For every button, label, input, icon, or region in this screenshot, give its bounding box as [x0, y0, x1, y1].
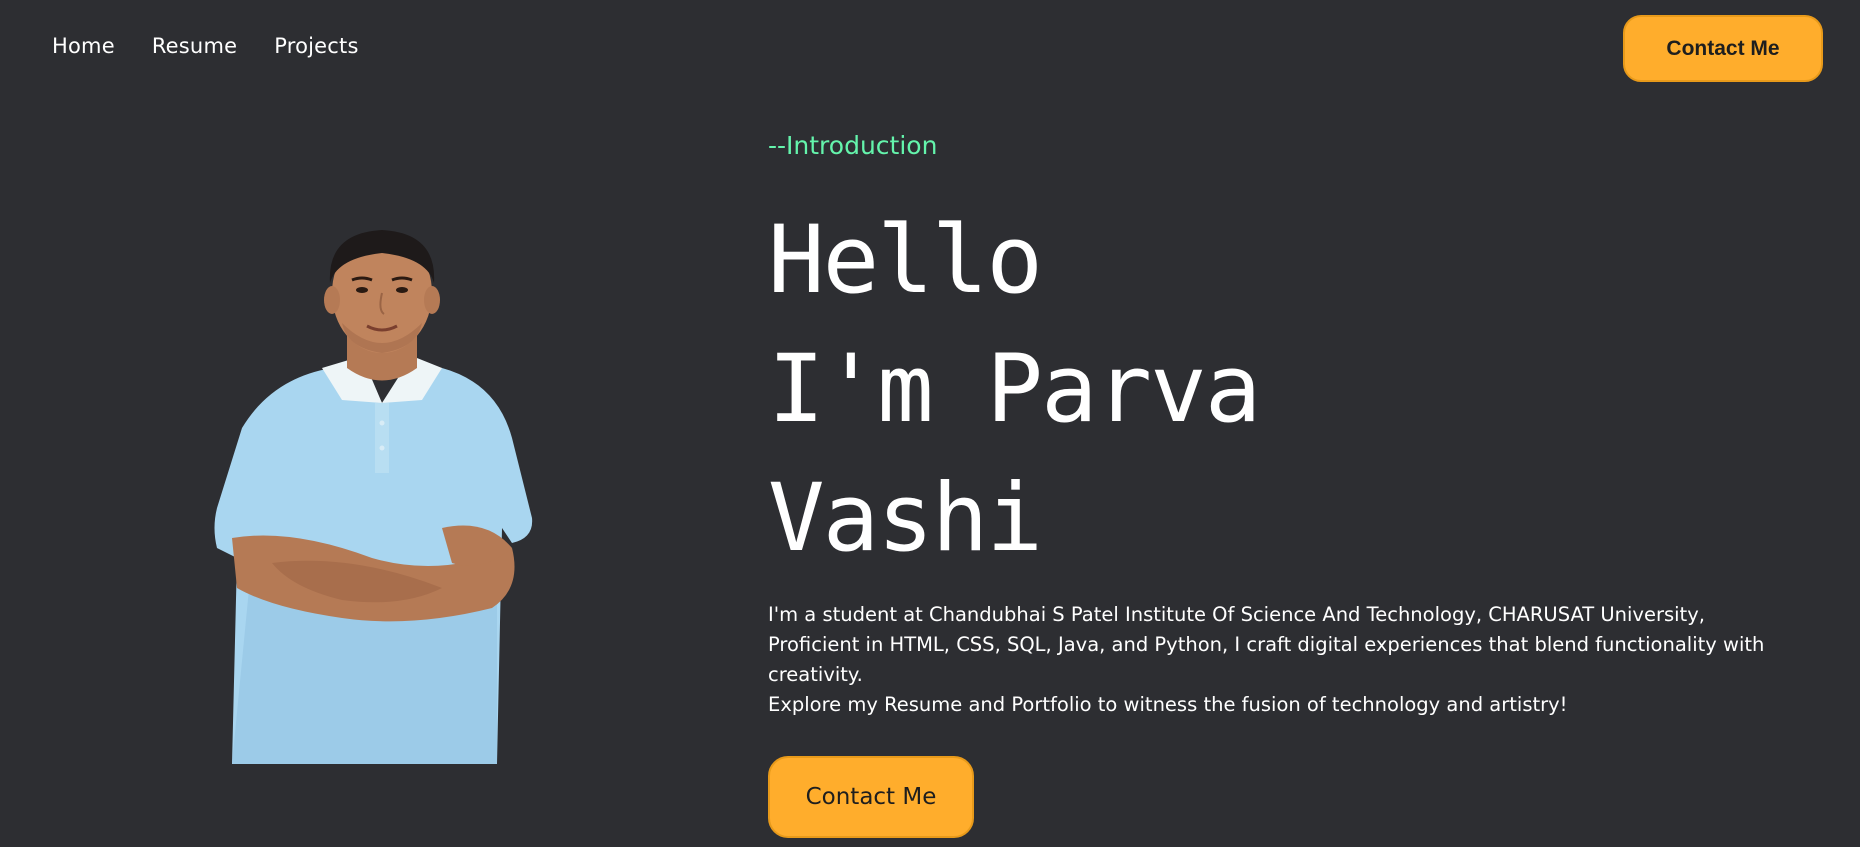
hero-title: Hello I'm Parva Vashi	[768, 196, 1261, 583]
nav-link-resume[interactable]: Resume	[152, 34, 237, 58]
intro-eyebrow: --Introduction	[768, 131, 938, 160]
bio-paragraph: Explore my Resume and Portfolio to witne…	[768, 693, 1568, 716]
hero-contact-button[interactable]: Contact Me	[768, 756, 974, 838]
hero-title-line: Vashi	[768, 464, 1043, 573]
bio-paragraph: I'm a student at Chandubhai S Patel Inst…	[768, 603, 1765, 686]
nav-link-home[interactable]: Home	[52, 34, 115, 58]
page: Home Resume Projects Contact Me --Introd…	[0, 0, 1860, 847]
nav-contact-button[interactable]: Contact Me	[1623, 15, 1823, 82]
hero-title-line: Hello	[768, 206, 1043, 315]
profile-photo	[214, 230, 533, 764]
nav-link-projects[interactable]: Projects	[274, 34, 358, 58]
hero-title-line: I'm Parva	[768, 335, 1261, 444]
hero-bio: I'm a student at Chandubhai S Patel Inst…	[768, 600, 1778, 720]
main-nav: Home Resume Projects	[52, 34, 359, 58]
